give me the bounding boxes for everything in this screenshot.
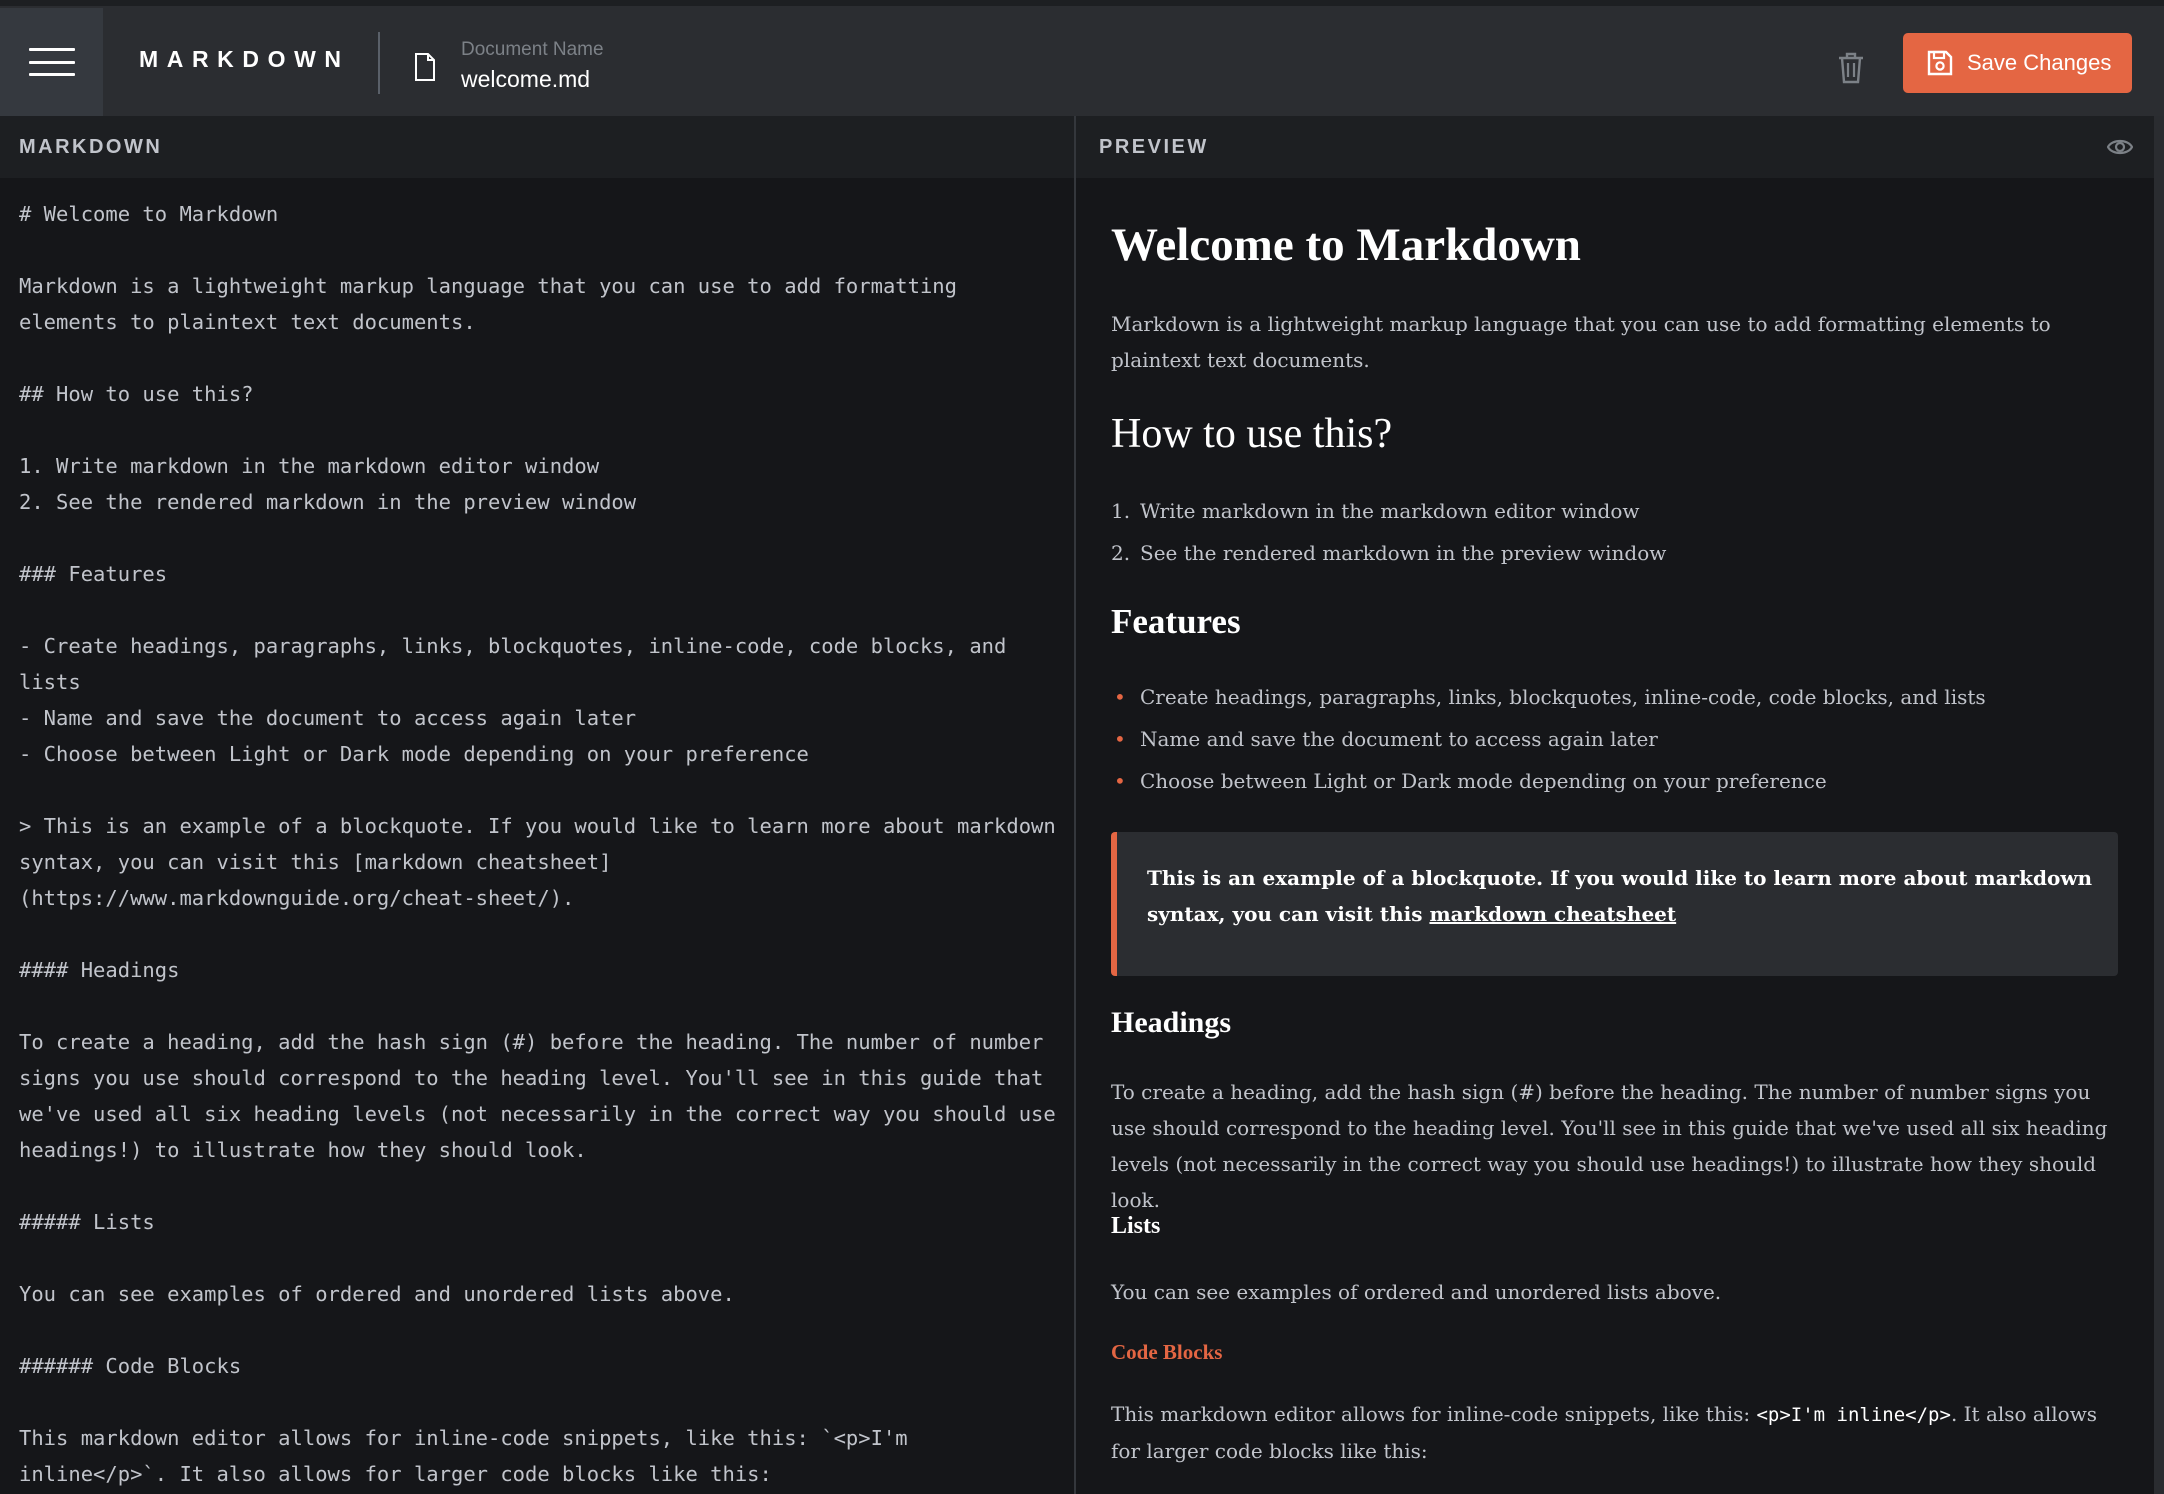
list-item: 1. Write markdown in the markdown editor … — [1111, 499, 1640, 523]
document-name-input[interactable]: welcome.md — [461, 66, 590, 93]
preview-pane-header: PREVIEW — [1076, 116, 2154, 178]
hamburger-icon — [28, 48, 75, 76]
markdown-pane-header: MARKDOWN — [0, 116, 1074, 178]
bullet-icon: • — [1114, 769, 1126, 793]
save-button-label: Save Changes — [1967, 50, 2112, 75]
preview-h2: How to use this? — [1111, 411, 1393, 457]
document-name-label: Document Name — [461, 39, 604, 60]
cheatsheet-link[interactable]: markdown cheatsheet — [1429, 902, 1676, 926]
menu-button[interactable] — [0, 8, 103, 116]
trash-icon[interactable] — [1837, 52, 1865, 84]
markdown-pane-title: MARKDOWN — [19, 136, 163, 158]
preview-ordered-list: 1. Write markdown in the markdown editor … — [1076, 490, 2086, 574]
save-icon — [1927, 50, 1953, 76]
list-item: • Choose between Light or Dark mode depen… — [1076, 760, 2086, 802]
bullet-icon: • — [1114, 727, 1126, 751]
bullet-icon: • — [1114, 685, 1126, 709]
preview-code-paragraph: This markdown editor allows for inline-c… — [1111, 1402, 2098, 1463]
preview-lists-paragraph: You can see examples of ordered and unor… — [1111, 1280, 1722, 1304]
app-logo: MARKDOWN — [139, 46, 350, 72]
preview-unordered-list: • Create headings, paragraphs, links, blo… — [1076, 676, 2086, 802]
preview-h4: Headings — [1111, 1006, 1232, 1039]
preview-pane: Welcome to Markdown Markdown is a lightw… — [1076, 178, 2154, 1494]
preview-h5: Lists — [1111, 1213, 1161, 1239]
save-button[interactable]: Save Changes — [1903, 33, 2132, 93]
preview-h6: Code Blocks — [1111, 1340, 1223, 1364]
scrollbar-track[interactable] — [2154, 116, 2164, 1494]
inline-code: <p>I'm inline</p> — [1756, 1404, 1951, 1426]
document-icon — [415, 53, 435, 81]
list-item: • Name and save the document to access ag… — [1076, 718, 2086, 760]
list-item: • Create headings, paragraphs, links, blo… — [1076, 676, 2086, 718]
list-item: 2. See the rendered markdown in the previ… — [1111, 541, 1667, 565]
preview-pane-title: PREVIEW — [1099, 136, 1209, 158]
divider — [378, 32, 380, 94]
preview-headings-paragraph: To create a heading, add the hash sign (… — [1111, 1080, 2108, 1212]
preview-h1: Welcome to Markdown — [1111, 219, 1581, 271]
preview-intro-paragraph: Markdown is a lightweight markup languag… — [1111, 312, 2051, 372]
preview-blockquote: This is an example of a blockquote. If y… — [1111, 832, 2118, 976]
preview-h3: Features — [1111, 602, 1241, 641]
markdown-textarea[interactable]: # Welcome to Markdown Markdown is a ligh… — [19, 196, 1059, 1492]
markdown-editor[interactable]: # Welcome to Markdown Markdown is a ligh… — [0, 178, 1074, 1494]
eye-icon[interactable] — [2107, 137, 2133, 157]
top-bar: MARKDOWN Document Name welcome.md Save C… — [0, 0, 2164, 116]
